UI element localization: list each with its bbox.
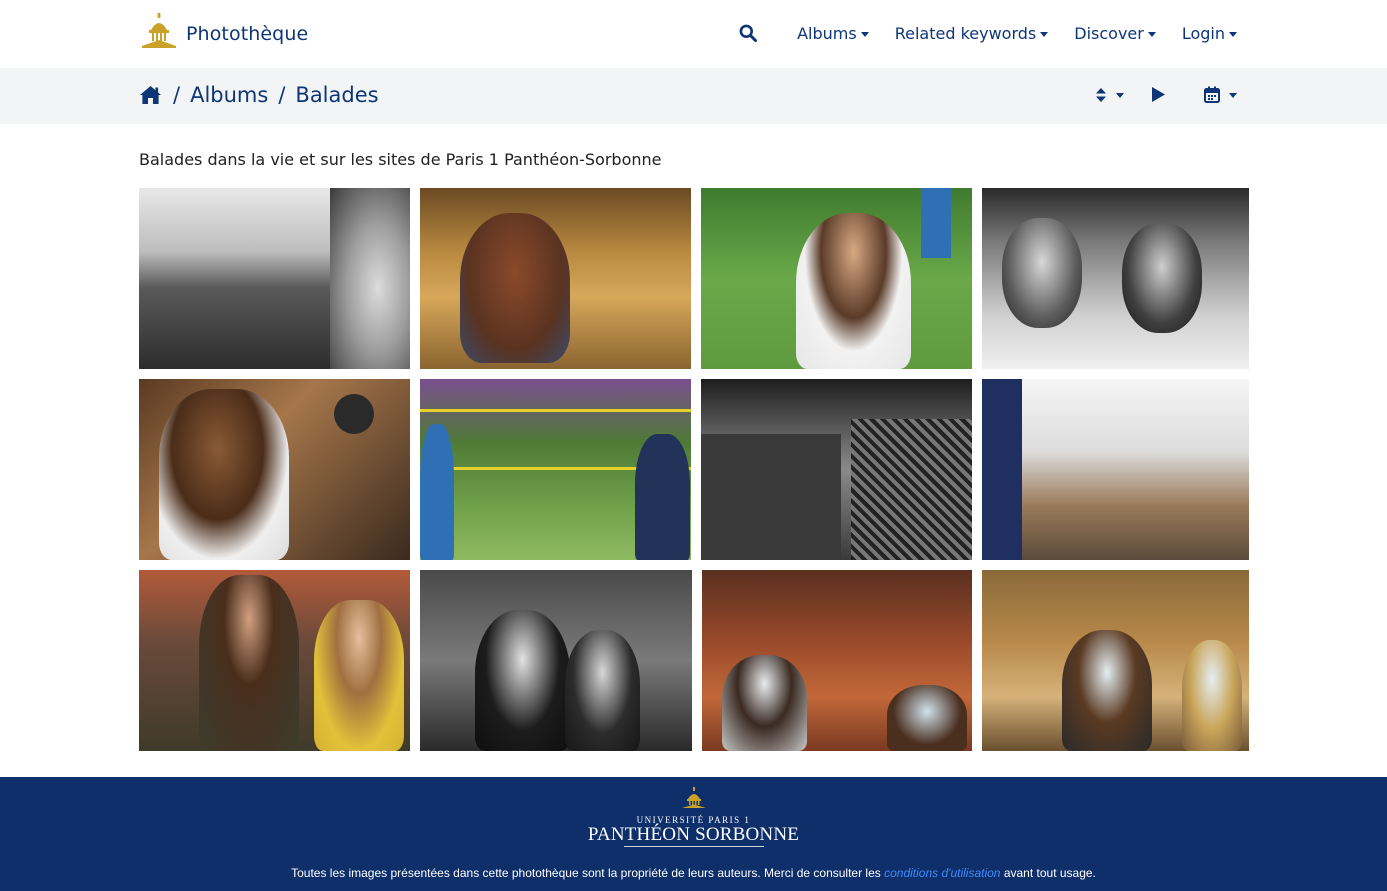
thumbnail-classroom-bw[interactable] xyxy=(982,188,1249,369)
calendar-dropdown[interactable] xyxy=(1204,86,1237,103)
nav-discover-dropdown[interactable]: Discover xyxy=(1074,24,1156,43)
sort-icon xyxy=(1096,87,1106,102)
thumbnail-grand-amphitheatre[interactable] xyxy=(701,379,972,560)
site-footer: UNIVERSITÉ PARIS 1 PANTHÉON SORBONNE Tou… xyxy=(0,777,1387,891)
thumbnail-lecture-students[interactable] xyxy=(139,570,410,751)
footer-text-before: Toutes les images présentées dans cette … xyxy=(291,866,885,880)
footer-university-logo[interactable]: UNIVERSITÉ PARIS 1 PANTHÉON SORBONNE xyxy=(0,787,1387,847)
pantheon-dome-logo-icon xyxy=(142,13,176,48)
footer-text-after: avant tout usage. xyxy=(1000,866,1096,880)
album-tools xyxy=(1095,86,1237,103)
brand-name: Photothèque xyxy=(186,23,309,45)
nav-discover-label: Discover xyxy=(1074,23,1144,43)
thumbnail-masked-students[interactable] xyxy=(982,570,1249,751)
nav-albums-dropdown[interactable]: Albums xyxy=(797,24,869,43)
nav-albums-label: Albums xyxy=(797,23,857,43)
chevron-down-icon xyxy=(1040,31,1049,37)
thumbnail-audience-bw[interactable] xyxy=(420,570,692,751)
calendar-icon xyxy=(1204,86,1220,103)
thumbnail-masked-amphitheatre[interactable] xyxy=(702,570,972,751)
chevron-down-icon xyxy=(860,31,869,37)
main-nav: Albums Related keywords Discover Login xyxy=(739,22,1237,44)
thumbnail-conference-hall[interactable] xyxy=(139,188,410,369)
search-icon[interactable] xyxy=(739,22,759,44)
thumbnail-reading-student[interactable] xyxy=(420,188,691,369)
nav-login-label: Login xyxy=(1181,23,1225,43)
footer-copyright-text: Toutes les images présentées dans cette … xyxy=(0,866,1387,880)
play-icon xyxy=(1152,87,1165,102)
nav-related-keywords-dropdown[interactable]: Related keywords xyxy=(895,24,1049,43)
chevron-down-icon xyxy=(1147,31,1156,37)
sort-order-dropdown[interactable] xyxy=(1095,87,1124,103)
brand-link[interactable]: Photothèque xyxy=(140,12,308,48)
nav-related-keywords-label: Related keywords xyxy=(894,23,1037,43)
breadcrumb: / Albums / Balades xyxy=(139,83,379,107)
thumbnail-art-studio[interactable] xyxy=(982,379,1249,560)
chevron-down-icon xyxy=(1229,93,1237,98)
terms-of-use-link[interactable]: conditions d'utilisation xyxy=(884,866,1000,880)
breadcrumb-albums-link[interactable]: Albums xyxy=(190,83,268,107)
breadcrumb-separator: / xyxy=(173,83,181,107)
slideshow-button[interactable] xyxy=(1150,86,1166,103)
footer-logo-name: PANTHÉON SORBONNE xyxy=(587,824,800,845)
pantheon-dome-logo-icon xyxy=(681,787,706,808)
footer-logo-underline xyxy=(623,846,764,847)
breadcrumb-separator: / xyxy=(278,83,286,107)
thumbnail-volleyball-park[interactable] xyxy=(420,379,691,560)
home-icon[interactable] xyxy=(139,84,163,106)
breadcrumb-current-album: Balades xyxy=(295,83,379,107)
top-navbar: Photothèque Albums Related keywords Disc… xyxy=(0,0,1387,68)
chevron-down-icon xyxy=(1116,93,1124,98)
nav-login-dropdown[interactable]: Login xyxy=(1182,24,1237,43)
album-description: Balades dans la vie et sur les sites de … xyxy=(139,150,662,169)
thumbnail-laughing-students[interactable] xyxy=(701,188,972,369)
chevron-down-icon xyxy=(1229,31,1237,37)
breadcrumb-bar: / Albums / Balades xyxy=(0,68,1387,124)
thumbnail-dumbbell-workout[interactable] xyxy=(139,379,410,560)
